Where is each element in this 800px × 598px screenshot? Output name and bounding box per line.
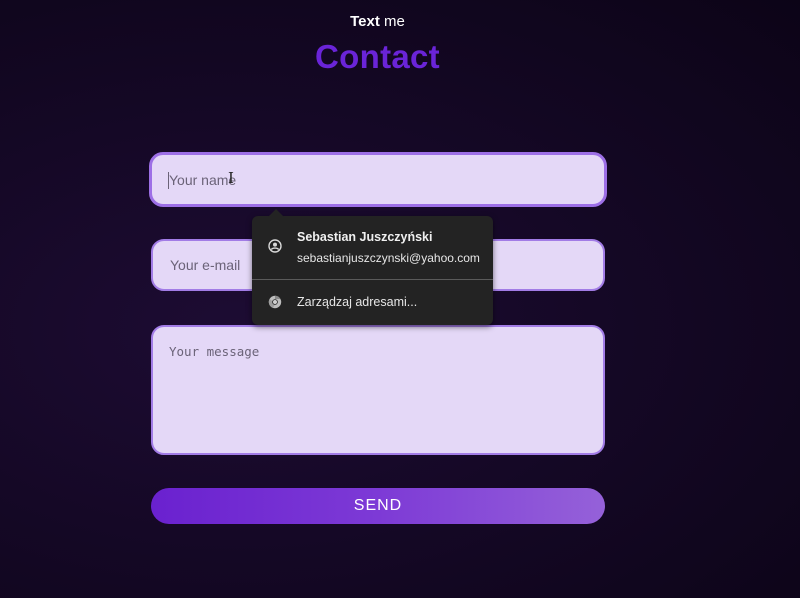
autofill-profile-entry[interactable]: Sebastian Juszczyński sebastianjuszczyns… [252,216,493,279]
send-button-label: SEND [353,497,403,514]
message-placeholder: Your message [169,344,260,359]
account-circle-icon [268,239,282,253]
name-input[interactable]: Your name I [149,152,607,207]
autofill-profile-email: sebastianjuszczynski@yahoo.com [297,251,480,265]
autofill-dropdown: Sebastian Juszczyński sebastianjuszczyns… [252,209,493,325]
subtitle-bold-text: Text [350,13,380,30]
autofill-manage-addresses[interactable]: Zarządzaj adresami... [252,280,493,325]
autofill-profile-name: Sebastian Juszczyński [297,230,433,244]
name-placeholder: Your name [169,172,237,188]
autofill-manage-label: Zarządzaj adresami... [297,295,418,309]
page-subtitle: Text me [0,13,755,30]
ibeam-cursor-icon: I [228,169,234,187]
chrome-icon [268,295,282,309]
send-button[interactable]: SEND [151,488,605,524]
page-title: Contact [315,38,440,75]
message-textarea[interactable]: Your message [151,325,605,455]
email-placeholder: Your e-mail [170,257,241,273]
subtitle-rest-text: me [384,13,405,30]
